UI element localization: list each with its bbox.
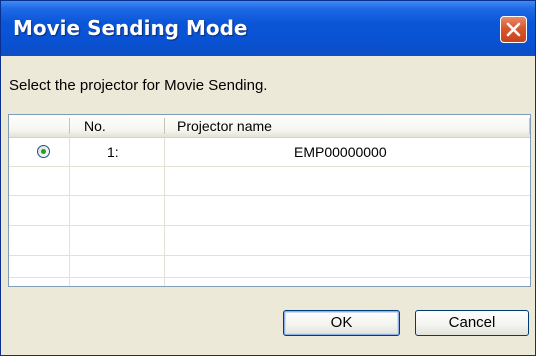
- column-divider[interactable]: [529, 118, 530, 134]
- movie-sending-mode-dialog: Movie Sending Mode Select the projector …: [0, 0, 536, 356]
- grid-line: [9, 255, 530, 256]
- column-header-projector-name[interactable]: Projector name: [177, 115, 272, 137]
- column-header-no[interactable]: No.: [84, 115, 106, 137]
- dialog-body: Select the projector for Movie Sending. …: [1, 56, 535, 355]
- list-row[interactable]: 1: EMP00000000: [9, 138, 530, 166]
- grid-line: [9, 225, 530, 226]
- radio-selected-icon: [41, 149, 46, 154]
- projector-list[interactable]: No. Projector name 1: EMP00000000: [8, 114, 531, 287]
- ok-button[interactable]: OK: [283, 310, 400, 336]
- close-button[interactable]: [500, 16, 527, 43]
- grid-line: [9, 195, 530, 196]
- instruction-text: Select the projector for Movie Sending.: [9, 77, 268, 94]
- list-header: No. Projector name: [9, 115, 530, 138]
- row-number: 1:: [107, 144, 119, 160]
- row-radio-button[interactable]: [37, 145, 50, 158]
- column-divider[interactable]: [69, 118, 70, 134]
- dialog-title: Movie Sending Mode: [13, 16, 248, 40]
- row-projector-name: EMP00000000: [294, 144, 387, 160]
- close-icon: [506, 22, 521, 37]
- grid-line: [9, 277, 530, 278]
- grid-line: [9, 166, 530, 167]
- cancel-button[interactable]: Cancel: [415, 310, 529, 336]
- title-bar[interactable]: Movie Sending Mode: [1, 1, 535, 56]
- column-divider[interactable]: [164, 118, 165, 134]
